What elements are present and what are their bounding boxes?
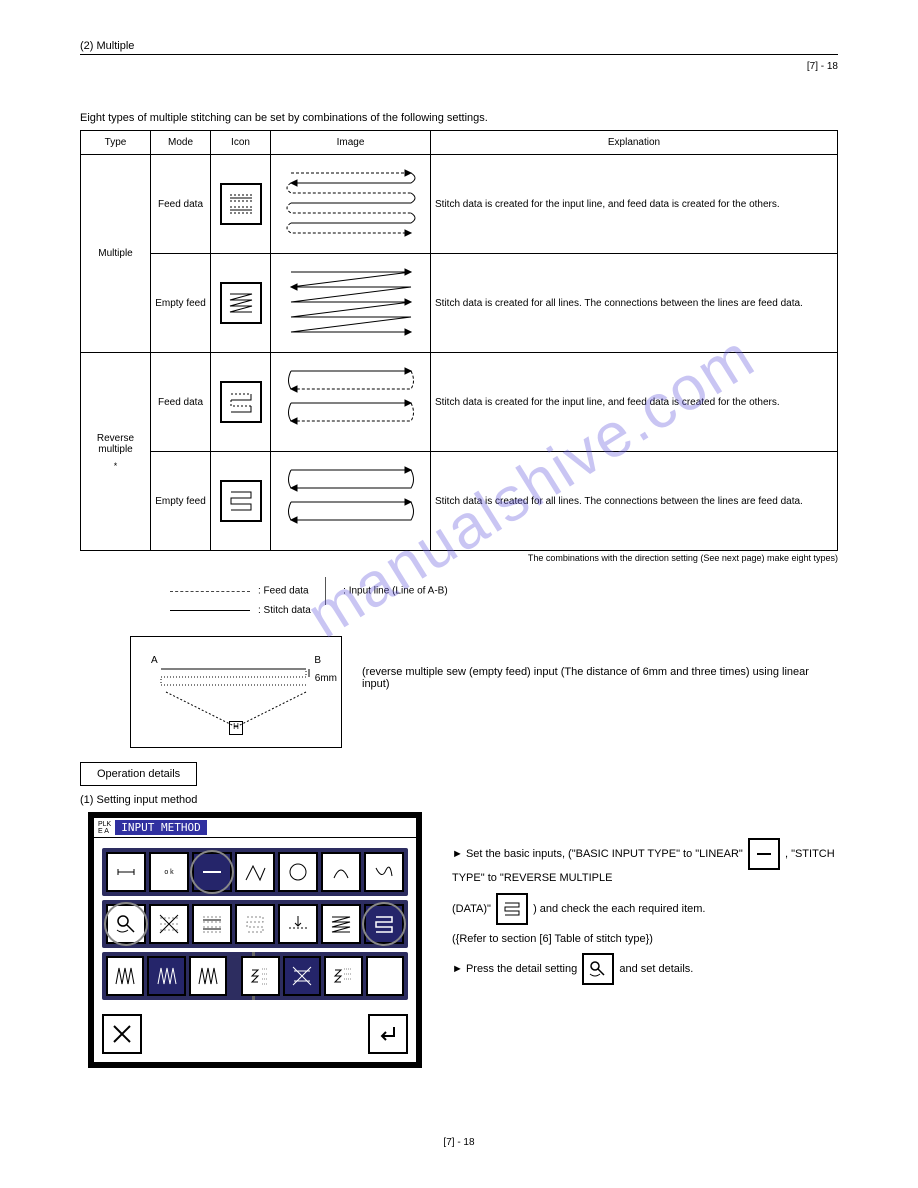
th-mode: Mode [151,131,211,155]
pattern-blank-button[interactable] [366,956,404,996]
cell-diagram [271,452,431,551]
plk-logo: PLKE A [98,821,111,835]
stitch-type-row [102,900,408,948]
detail-setting-icon [582,953,614,985]
ok-button[interactable]: o k [149,852,189,892]
th-icon: Icon [211,131,271,155]
instructions: ► Set the basic inputs, ("BASIC INPUT TY… [452,812,838,991]
cell-explanation: Stitch data is created for the input lin… [431,155,838,254]
pattern-2-button[interactable] [283,956,321,996]
pattern-1-button[interactable] [241,956,279,996]
cell-type: Multiple [81,155,151,353]
footer-page-number: [7] - 18 [0,1137,918,1148]
example-box: A B 6mm H [130,636,342,748]
cell-mode: Empty feed [151,452,211,551]
cell-icon [211,353,271,452]
dim-6mm: 6mm [315,673,337,684]
step-title: (1) Setting input method [80,794,838,806]
cancel-button[interactable] [102,1014,142,1054]
cell-diagram [271,254,431,353]
cell-mode: Empty feed [151,254,211,353]
pattern-3-button[interactable] [324,956,362,996]
zigzag-1-button[interactable] [106,956,144,996]
table-row: Reverse multiple * Feed data [81,353,838,452]
cell-icon [211,155,271,254]
cell-diagram [271,155,431,254]
th-image: Image [271,131,431,155]
point-input-button[interactable] [106,852,146,892]
cell-icon [211,452,271,551]
th-explanation: Explanation [431,131,838,155]
operation-details-label: Operation details [80,762,197,786]
example-caption: (reverse multiple sew (empty feed) input… [362,636,838,690]
multiple-empty-button[interactable] [321,904,361,944]
intro-text: Eight types of multiple stitching can be… [80,112,838,124]
home-marker: H [229,721,243,735]
multiple-feed-icon [220,183,262,225]
table-row: Empty feed Stitch data is created for al… [81,254,838,353]
reverse-multiple-icon [496,893,528,925]
linear-input-button[interactable] [192,852,232,892]
stitch-type-table: Type Mode Icon Image Explanation Multipl… [80,130,838,551]
cell-explanation: Stitch data is created for all lines. Th… [431,452,838,551]
linear-icon [748,838,780,870]
table-star: * [85,461,146,471]
multiple-empty-icon [220,282,262,324]
legend: : Feed data : Input line (Line of A-B) :… [170,577,838,616]
table-header-row: Type Mode Icon Image Explanation [81,131,838,155]
zigzag-row [102,952,408,1000]
screen-title: INPUT METHOD [115,820,206,835]
th-type: Type [81,131,151,155]
enter-icon [376,1022,400,1046]
enter-button[interactable] [368,1014,408,1054]
cell-explanation: Stitch data is created for the input lin… [431,353,838,452]
no-stitch-button[interactable] [149,904,189,944]
detail-setting-button[interactable] [106,904,146,944]
curve-input-button[interactable] [364,852,404,892]
reverse-empty-icon [220,480,262,522]
input-method-screen: PLKE A INPUT METHOD o k [88,812,422,1068]
cell-mode: Feed data [151,155,211,254]
section-heading: (2) Multiple [80,40,838,52]
broken-line-button[interactable] [235,852,275,892]
offset-down-button[interactable] [278,904,318,944]
page-section-number: [7] - 18 [80,61,838,72]
arc-input-button[interactable] [321,852,361,892]
cell-type: Reverse multiple * [81,353,151,551]
table-row: Multiple Feed data Stitch data is create… [81,155,838,254]
input-type-row: o k [102,848,408,896]
close-icon [110,1022,134,1046]
cell-explanation: Stitch data is created for all lines. Th… [431,254,838,353]
cell-diagram [271,353,431,452]
zigzag-2-button[interactable] [147,956,185,996]
zigzag-3-button[interactable] [189,956,227,996]
reverse-multiple-data-button[interactable] [364,904,404,944]
reverse-feed-button[interactable] [235,904,275,944]
table-row: Empty feed Stitch dat [81,452,838,551]
table-note: The combinations with the direction sett… [80,553,838,563]
top-rule [80,54,838,55]
circle-input-button[interactable] [278,852,318,892]
multiple-feed-button[interactable] [192,904,232,944]
cell-mode: Feed data [151,353,211,452]
reverse-feed-icon [220,381,262,423]
cell-icon [211,254,271,353]
